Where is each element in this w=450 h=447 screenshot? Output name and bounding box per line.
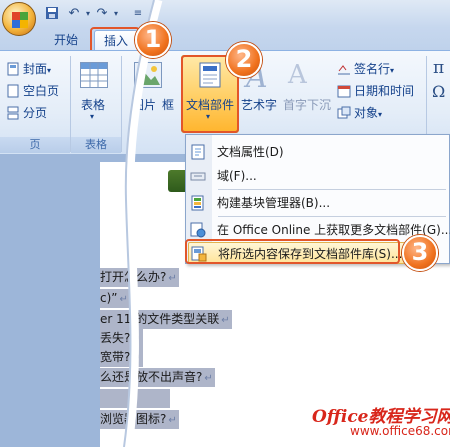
ribbon-separator xyxy=(121,56,122,152)
quick-parts-label: 文档部件 xyxy=(186,98,235,112)
signature-line-button[interactable]: 签名行▾ xyxy=(337,60,394,77)
equation-icon[interactable]: π xyxy=(433,58,444,78)
office-button[interactable] xyxy=(2,2,36,36)
table-button-label[interactable]: 表格 xyxy=(81,96,105,113)
redo-dropdown-icon[interactable]: ▾ xyxy=(108,6,124,22)
step-2-callout: 2 xyxy=(226,42,262,78)
save-selection-highlight xyxy=(185,239,400,264)
step-1-callout: 1 xyxy=(135,22,171,58)
step-3-callout: 3 xyxy=(402,235,438,271)
save-icon[interactable] xyxy=(44,6,60,22)
cover-page-label: 封面 xyxy=(23,62,48,76)
date-time-button[interactable]: 日期和时间 xyxy=(337,82,414,99)
customize-qat-icon[interactable]: ≡ xyxy=(130,6,146,22)
cover-dropdown-icon: ▾ xyxy=(47,66,52,75)
document-blank-line xyxy=(100,389,170,408)
drop-cap-icon[interactable]: A xyxy=(288,60,307,90)
signature-dropdown-icon: ▾ xyxy=(390,66,395,75)
document-properties-icon xyxy=(190,144,206,160)
menu-item-label: 构建基块管理器(B)... xyxy=(217,196,331,210)
pages-group-label: 页 xyxy=(0,137,70,153)
menu-separator xyxy=(218,216,446,217)
object-button[interactable]: 对象▾ xyxy=(337,104,382,121)
object-label: 对象 xyxy=(354,106,379,120)
tab-home[interactable]: 开始 xyxy=(44,30,88,50)
field-icon xyxy=(190,168,206,184)
menu-separator xyxy=(218,189,446,190)
page-break-icon xyxy=(6,106,20,120)
page-break-button[interactable]: 分页 xyxy=(6,104,47,121)
blank-page-button[interactable]: 空白页 xyxy=(6,82,59,99)
frame-button-label[interactable]: 框 xyxy=(162,96,174,113)
blank-page-label: 空白页 xyxy=(23,84,60,98)
document-line: 浏览器图标? ↵ xyxy=(100,410,179,429)
table-icon[interactable] xyxy=(80,62,108,88)
quick-parts-icon xyxy=(199,62,221,88)
building-blocks-icon xyxy=(190,195,206,211)
menu-item-label: 域(F)... xyxy=(217,169,257,183)
watermark-url: www.office68.com xyxy=(350,424,450,438)
menu-item-label: 文档属性(D) xyxy=(217,145,284,159)
document-line: 宽带? ↵ xyxy=(100,348,143,367)
page-break-label: 分页 xyxy=(23,106,48,120)
blank-page-icon xyxy=(6,84,20,98)
quick-parts-dropdown-icon: ▾ xyxy=(206,112,211,121)
document-line: er 11 的文件类型关联 ↵ xyxy=(100,310,232,329)
cover-page-button[interactable]: 封面▾ xyxy=(6,60,51,77)
menu-item-building-blocks[interactable]: 构建基块管理器(B)... xyxy=(190,192,448,214)
cover-page-icon xyxy=(6,62,20,76)
object-dropdown-icon: ▾ xyxy=(378,110,383,119)
symbol-icon[interactable]: Ω xyxy=(432,82,445,101)
document-line: 丢失? ↵ xyxy=(100,329,143,348)
menu-item-document-properties[interactable]: 文档属性(D) xyxy=(190,141,448,163)
signature-line-icon xyxy=(337,62,351,76)
document-line: 打开怎么办? ↵ xyxy=(100,268,179,287)
table-dropdown-icon[interactable]: ▾ xyxy=(90,112,94,121)
office-online-icon xyxy=(190,222,206,238)
date-time-label: 日期和时间 xyxy=(354,84,415,98)
drop-cap-label[interactable]: 首字下沉 xyxy=(283,96,331,113)
document-line: 么还是放不出声音? ↵ xyxy=(100,368,215,387)
signature-line-label: 签名行 xyxy=(354,62,391,76)
object-icon xyxy=(337,106,351,120)
picture-button-label[interactable]: 图片 xyxy=(132,96,156,113)
office-logo-icon xyxy=(12,12,28,28)
picture-icon[interactable] xyxy=(134,62,162,88)
table-group-label: 表格 xyxy=(71,137,121,153)
menu-item-field[interactable]: 域(F)... xyxy=(190,165,448,187)
wordart-label[interactable]: 艺术字 xyxy=(241,96,277,113)
document-line: c)” ↵ xyxy=(100,289,130,308)
calendar-icon xyxy=(337,84,351,98)
